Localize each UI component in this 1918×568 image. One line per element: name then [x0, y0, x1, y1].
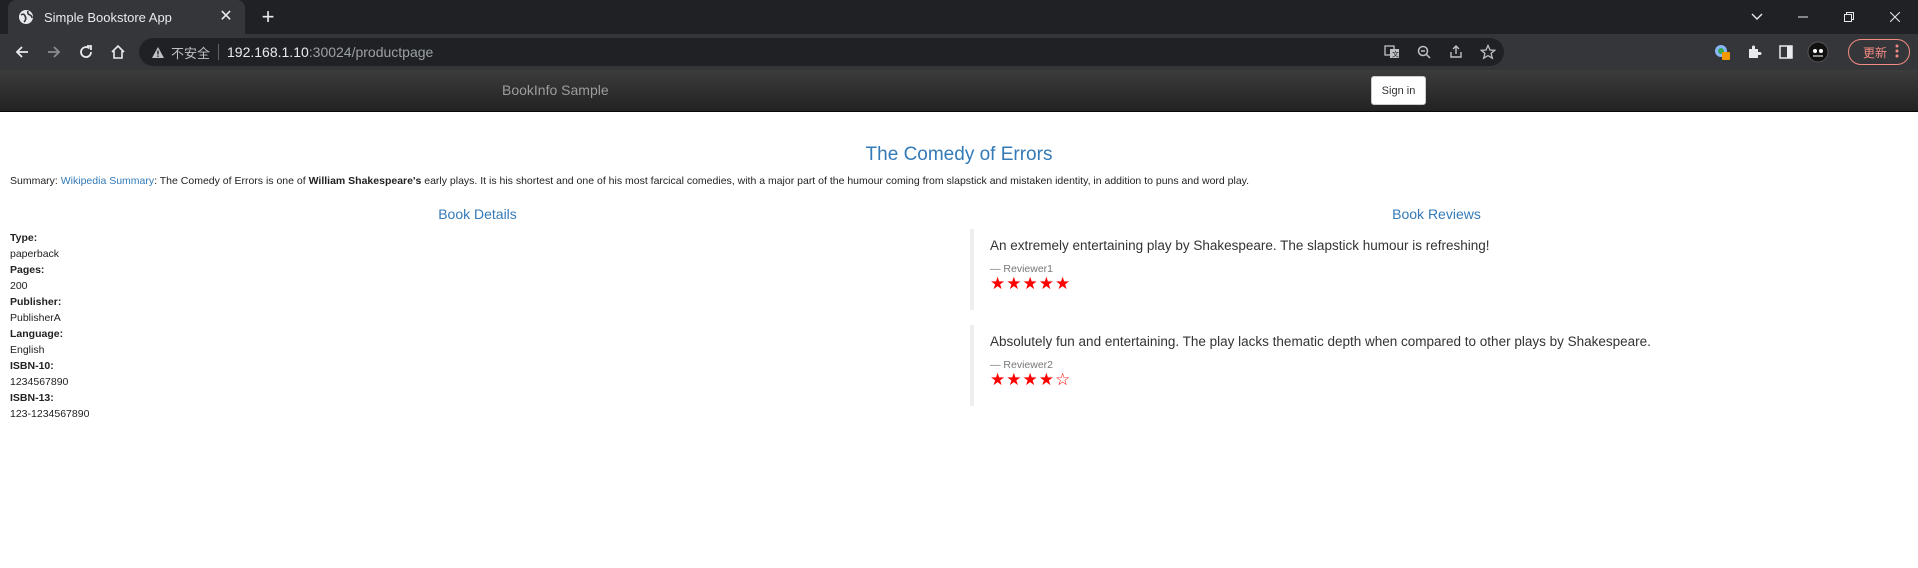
omnibox-actions: 文	[1376, 38, 1504, 66]
detail-value-pages: 200	[10, 280, 28, 292]
extension-badge-icon[interactable]	[1706, 36, 1738, 68]
browser-tabstrip: Simple Bookstore App ✕ +	[0, 0, 1918, 34]
summary-text-1: : The Comedy of Errors is one of	[154, 175, 309, 187]
browser-toolbar: 不安全 192.168.1.10:30024/productpage 文 更新	[0, 34, 1918, 70]
star-rating: ★★★★☆	[990, 370, 1072, 389]
detail-label-publisher: Publisher:	[10, 296, 62, 308]
close-window-icon[interactable]	[1872, 0, 1918, 34]
detail-label-isbn13: ISBN-13:	[10, 392, 54, 404]
detail-value-isbn13: 123-1234567890	[10, 408, 90, 420]
review-text: An extremely entertaining play by Shakes…	[990, 238, 1490, 253]
update-label: 更新	[1862, 45, 1887, 60]
puzzle-extensions-icon[interactable]	[1738, 36, 1770, 68]
book-details-heading: Book Details	[438, 206, 517, 222]
page-content: The Comedy of Errors Summary: Wikipedia …	[0, 112, 1918, 532]
book-details: Type: paperback Pages: 200 Publisher: Pu…	[10, 230, 89, 422]
insecure-label[interactable]: 不安全	[171, 43, 210, 62]
review-card: An extremely entertaining play by Shakes…	[970, 229, 1870, 310]
extensions-area	[1706, 36, 1834, 68]
browser-tab[interactable]: Simple Bookstore App ✕	[8, 0, 245, 34]
brand-link[interactable]: BookInfo Sample	[502, 82, 609, 98]
book-reviews-heading: Book Reviews	[1392, 206, 1481, 222]
side-panel-icon[interactable]	[1770, 36, 1802, 68]
review-card: Absolutely fun and entertaining. The pla…	[970, 325, 1870, 406]
home-icon[interactable]	[102, 36, 134, 68]
tab-search-chevron-icon[interactable]	[1741, 0, 1773, 34]
url-host: 192.168.1.10	[227, 44, 309, 60]
signin-button[interactable]: Sign in	[1371, 76, 1426, 105]
page-title: The Comedy of Errors	[865, 144, 1053, 165]
review-author: — Reviewer1	[990, 263, 1054, 275]
new-tab-button[interactable]: +	[256, 5, 280, 29]
zoom-icon[interactable]	[1408, 38, 1440, 66]
detail-label-isbn10: ISBN-10:	[10, 360, 54, 372]
more-vert-icon	[1895, 44, 1899, 61]
site-navbar: BookInfo Sample Sign in	[0, 70, 1918, 112]
share-icon[interactable]	[1440, 38, 1472, 66]
summary-text-2: early plays. It is his shortest and one …	[421, 175, 1250, 187]
omnibox-divider	[218, 44, 220, 60]
restore-icon[interactable]	[1826, 0, 1872, 34]
detail-label-language: Language:	[10, 328, 64, 340]
back-arrow-icon[interactable]	[6, 36, 38, 68]
review-text: Absolutely fun and entertaining. The pla…	[990, 334, 1651, 349]
summary-prefix: Summary:	[10, 175, 61, 187]
product-summary: Summary: Wikipedia Summary: The Comedy o…	[10, 175, 1249, 187]
detail-label-pages: Pages:	[10, 264, 45, 276]
detail-value-type: paperback	[10, 248, 60, 260]
star-rating: ★★★★★	[990, 274, 1072, 293]
url-path: :30024/productpage	[308, 44, 434, 60]
forward-arrow-icon[interactable]	[38, 36, 70, 68]
globe-icon	[18, 9, 34, 25]
bookmark-star-icon[interactable]	[1472, 38, 1504, 66]
minimize-icon[interactable]	[1780, 0, 1826, 34]
review-author: — Reviewer2	[990, 359, 1054, 371]
address-bar[interactable]: 不安全 192.168.1.10:30024/productpage 文	[139, 38, 1504, 66]
detail-value-language: English	[10, 344, 45, 356]
wikipedia-summary-link[interactable]: Wikipedia Summary	[61, 175, 154, 187]
window-controls	[1780, 0, 1918, 34]
reload-icon[interactable]	[70, 36, 102, 68]
detail-value-publisher: PublisherA	[10, 312, 61, 324]
tab-title: Simple Bookstore App	[44, 9, 172, 25]
summary-bold: William Shakespeare's	[308, 175, 422, 187]
detail-label-type: Type:	[10, 232, 38, 244]
warning-triangle-icon[interactable]	[151, 46, 165, 59]
svg-text:文: 文	[1392, 50, 1399, 59]
translate-icon[interactable]: 文	[1376, 38, 1408, 66]
profile-avatar-icon[interactable]	[1802, 36, 1834, 68]
close-tab-icon[interactable]: ✕	[217, 8, 235, 26]
detail-value-isbn10: 1234567890	[10, 376, 69, 388]
update-button[interactable]: 更新	[1847, 39, 1910, 65]
